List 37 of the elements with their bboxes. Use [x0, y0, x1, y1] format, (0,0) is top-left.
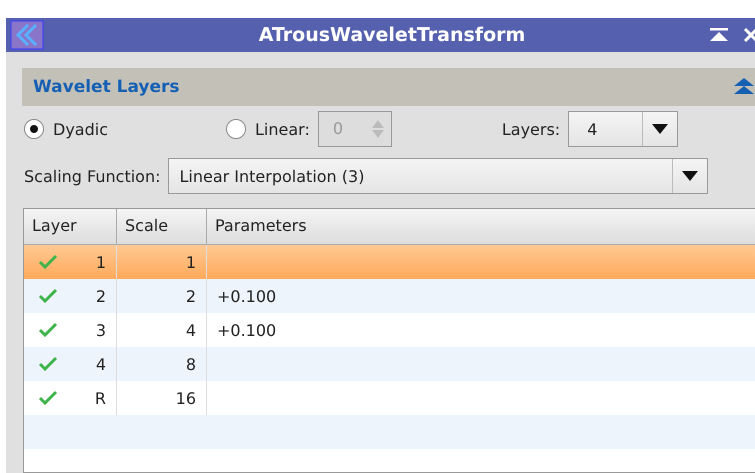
- section-title: Wavelet Layers: [33, 77, 181, 97]
- radio-option[interactable]: Dyadic: [24, 119, 108, 139]
- table-cell: 2: [96, 286, 106, 306]
- scaling-dropdown[interactable]: Linear Interpolation (3): [168, 158, 708, 194]
- check-icon[interactable]: [38, 322, 58, 338]
- table-row[interactable]: 1 1: [24, 245, 755, 279]
- collapse-icon[interactable]: [734, 78, 754, 96]
- shade-icon[interactable]: [710, 28, 728, 42]
- table-cell: 1: [186, 252, 196, 272]
- check-icon[interactable]: [38, 254, 58, 270]
- app-icon: [10, 20, 44, 50]
- table-cell: 2: [186, 286, 196, 306]
- column-header[interactable]: Parameters: [207, 209, 755, 244]
- table-cell: 4: [96, 354, 106, 374]
- table-cell: 16: [176, 388, 196, 408]
- check-icon[interactable]: [38, 390, 58, 406]
- table-cell: +0.100: [217, 320, 276, 340]
- close-icon[interactable]: [744, 28, 755, 42]
- table-cell: 8: [186, 354, 196, 374]
- layers-label: Layers:: [502, 120, 560, 138]
- scaling-label: Scaling Function:: [24, 166, 160, 186]
- column-header[interactable]: Layer: [24, 209, 117, 244]
- radio-option[interactable]: Linear:: [226, 119, 310, 139]
- dropdown-arrow-icon: [682, 171, 698, 181]
- table-row[interactable]: 4 8: [24, 347, 755, 381]
- table-cell: +0.100: [217, 286, 276, 306]
- table-cell: 4: [186, 320, 196, 340]
- check-icon[interactable]: [38, 356, 58, 372]
- window-title: ATrousWaveletTransform: [258, 24, 526, 46]
- layers-dropdown[interactable]: 4: [568, 111, 678, 147]
- table-cell: 3: [96, 320, 106, 340]
- check-icon[interactable]: [38, 288, 58, 304]
- table-cell: 1: [96, 252, 106, 272]
- table-row[interactable]: 2 2 +0.100: [24, 279, 755, 313]
- table-cell: R: [94, 388, 106, 408]
- dropdown-arrow-icon: [652, 124, 668, 134]
- column-header[interactable]: Scale: [117, 209, 207, 244]
